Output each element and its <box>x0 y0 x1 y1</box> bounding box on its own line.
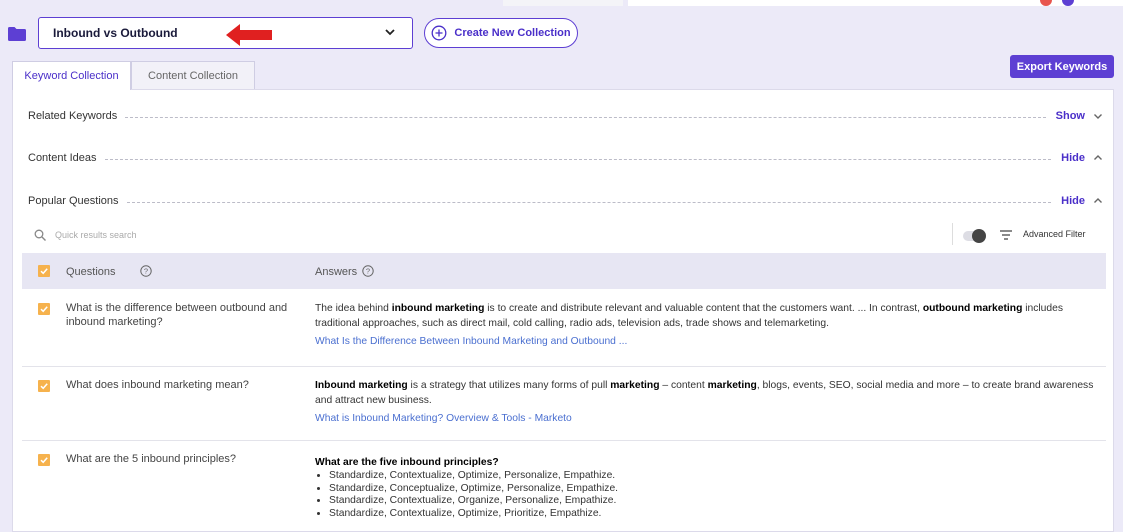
tab-content-collection[interactable]: Content Collection <box>131 61 255 89</box>
chevron-down-icon[interactable] <box>1093 111 1103 121</box>
answer-list-item: Standardize, Contextualize, Optimize, Pr… <box>329 508 1100 521</box>
advanced-filter-button[interactable]: Advanced Filter <box>1023 229 1086 239</box>
answer-text: Inbound marketing is a strategy that uti… <box>315 378 1100 426</box>
table-row: What does inbound marketing mean? Inboun… <box>22 367 1106 441</box>
section-label: Related Keywords <box>28 110 118 122</box>
quick-search-input[interactable] <box>55 227 355 243</box>
search-icon <box>34 229 46 241</box>
create-collection-button[interactable]: Create New Collection <box>424 18 578 48</box>
section-label: Content Ideas <box>28 152 97 164</box>
column-header-questions: Questions <box>66 266 116 278</box>
answer-keyword: marketing <box>707 380 757 391</box>
row-checkbox[interactable] <box>38 380 50 392</box>
question-text: What are the 5 inbound principles? <box>66 453 236 465</box>
check-icon <box>40 306 48 313</box>
annotation-arrow-left-icon <box>226 24 272 46</box>
answer-keyword: outbound marketing <box>922 303 1023 314</box>
answer-keyword: inbound marketing <box>391 303 485 314</box>
answer-source-link[interactable]: What is Inbound Marketing? Overview & To… <box>315 411 1100 426</box>
answer-list-item: Standardize, Conceptualize, Optimize, Pe… <box>329 483 1100 496</box>
svg-text:?: ? <box>144 267 148 276</box>
toggle-knob <box>972 229 986 243</box>
section-content-ideas: Content Ideas Hide <box>28 150 1103 166</box>
answer-list: Standardize, Contextualize, Optimize, Pe… <box>329 470 1100 520</box>
tab-label: Keyword Collection <box>24 70 119 82</box>
answer-fragment: – content <box>659 380 708 391</box>
section-popular-questions: Popular Questions Hide <box>28 193 1103 209</box>
section-related-keywords: Related Keywords Show <box>28 108 1103 124</box>
collection-select-value: Inbound vs Outbound <box>53 26 178 40</box>
question-text: What is the difference between outbound … <box>66 302 288 328</box>
dotted-leader <box>104 158 1052 160</box>
help-circle-icon[interactable]: ? <box>362 265 374 277</box>
check-icon <box>40 268 48 275</box>
answer-text: The idea behind inbound marketing is to … <box>315 301 1100 349</box>
column-header-answers: Answers <box>315 266 358 278</box>
row-checkbox[interactable] <box>38 454 50 466</box>
top-strip-segment <box>503 0 623 6</box>
row-checkbox[interactable] <box>38 303 50 315</box>
answer-fragment: is to create and distribute relevant and… <box>484 303 923 314</box>
answer-keyword: Inbound marketing <box>315 380 408 391</box>
chevron-down-icon <box>385 29 395 36</box>
create-collection-label: Create New Collection <box>454 27 571 39</box>
answer-fragment: is a strategy that utilizes many forms o… <box>407 380 611 391</box>
answer-fragment: The idea behind <box>315 303 392 314</box>
answer-source-link[interactable]: What Is the Difference Between Inbound M… <box>315 334 1100 349</box>
answer-list-item: Standardize, Contextualize, Optimize, Pe… <box>329 470 1100 483</box>
question-text: What does inbound marketing mean? <box>66 379 249 391</box>
filter-toggle[interactable] <box>963 229 986 243</box>
section-toggle-button[interactable]: Hide <box>1051 152 1085 164</box>
chevron-up-icon[interactable] <box>1093 196 1103 206</box>
tab-keyword-collection[interactable]: Keyword Collection <box>12 61 131 90</box>
table-row: What is the difference between outbound … <box>22 290 1106 367</box>
chevron-up-icon[interactable] <box>1093 153 1103 163</box>
table-header: Questions ? Answers ? <box>22 253 1106 289</box>
divider <box>952 223 953 245</box>
plus-circle-icon <box>431 25 447 41</box>
svg-text:?: ? <box>366 267 370 276</box>
help-circle-icon[interactable]: ? <box>140 265 152 277</box>
export-keywords-button[interactable]: Export Keywords <box>1010 55 1114 78</box>
top-strip <box>0 0 1123 6</box>
dotted-leader <box>125 116 1046 118</box>
section-label: Popular Questions <box>28 195 119 207</box>
filter-lines-icon[interactable] <box>1000 230 1012 240</box>
folder-icon <box>8 27 26 41</box>
answer-list-item: Standardize, Contextualize, Organize, Pe… <box>329 495 1100 508</box>
check-icon <box>40 457 48 464</box>
dotted-leader <box>126 201 1052 203</box>
select-all-checkbox[interactable] <box>38 265 50 277</box>
keyword-collection-panel: Related Keywords Show Content Ideas Hide… <box>12 89 1114 532</box>
check-icon <box>40 383 48 390</box>
tab-label: Content Collection <box>148 69 238 82</box>
section-toggle-button[interactable]: Show <box>1046 110 1085 122</box>
answer-text: What are the five inbound principles? St… <box>315 455 1100 520</box>
section-toggle-button[interactable]: Hide <box>1051 195 1085 207</box>
answer-keyword: marketing <box>610 380 660 391</box>
table-row: What are the 5 inbound principles? What … <box>22 441 1106 532</box>
answer-title: What are the five inbound principles? <box>315 457 499 468</box>
